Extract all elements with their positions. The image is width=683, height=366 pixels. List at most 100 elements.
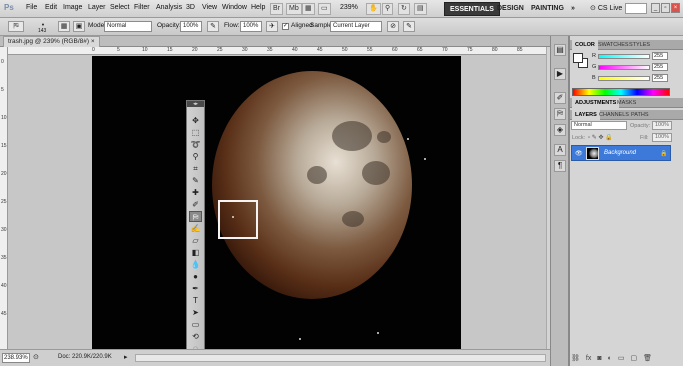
extras-icon[interactable]: ▦: [302, 3, 315, 15]
menu-file[interactable]: File: [26, 4, 37, 11]
path-select-tool-icon[interactable]: ➤: [189, 307, 202, 318]
menu-edit[interactable]: Edit: [45, 4, 57, 11]
toggle-brush-panel-icon[interactable]: ▦: [58, 21, 70, 32]
gradient-tool-icon[interactable]: ◧: [189, 247, 202, 258]
menu-help[interactable]: Help: [251, 4, 265, 11]
layer-style-icon[interactable]: fx: [586, 355, 591, 362]
document-info[interactable]: Doc: 220.9K/220.9K: [58, 354, 112, 360]
toggle-clone-source-icon[interactable]: ▣: [73, 21, 85, 32]
brush-panel-icon[interactable]: ✐: [554, 92, 566, 104]
bridge-icon[interactable]: Br: [270, 3, 283, 15]
crop-tool-icon[interactable]: ⌗: [189, 163, 202, 174]
link-layers-icon[interactable]: ⛓: [571, 355, 580, 362]
ruler-top[interactable]: 0 5 10 15 20 25 30 35 40 45 50 55 60 65 …: [8, 47, 546, 55]
restore-icon[interactable]: ▫: [661, 3, 670, 13]
close-icon[interactable]: ×: [671, 3, 680, 13]
clone-stamp-preset-icon[interactable]: ⛿: [8, 21, 24, 32]
layer-name[interactable]: Background: [604, 150, 636, 156]
history-brush-tool-icon[interactable]: ✍: [189, 223, 202, 234]
tab-styles[interactable]: STYLES: [626, 40, 653, 50]
lasso-tool-icon[interactable]: ➰: [189, 139, 202, 150]
eraser-tool-icon[interactable]: ▱: [189, 235, 202, 246]
blend-mode-select[interactable]: Normal: [571, 121, 627, 130]
zoom-tool-icon[interactable]: ⚲: [382, 3, 394, 15]
type-tool-icon[interactable]: T: [189, 295, 202, 306]
rotate-view-icon[interactable]: ↻: [398, 3, 410, 15]
horizontal-scrollbar[interactable]: [135, 354, 546, 362]
menu-window[interactable]: Window: [222, 4, 247, 11]
workspace-more-button[interactable]: »: [566, 2, 580, 16]
color-g-value[interactable]: 255: [652, 63, 668, 71]
tab-adjustments[interactable]: ADJUSTMENTS: [572, 98, 620, 108]
blur-tool-icon[interactable]: 💧: [189, 259, 202, 270]
layer-opacity-field[interactable]: 100%: [652, 121, 672, 130]
ruler-left[interactable]: 0 5 10 15 20 25 30 35 40 45: [0, 47, 8, 349]
arrange-docs-icon[interactable]: ▤: [414, 3, 427, 15]
aligned-checkbox[interactable]: ✓: [282, 23, 289, 30]
menu-image[interactable]: Image: [63, 4, 82, 11]
eyedropper-tool-icon[interactable]: ✎: [189, 175, 202, 186]
adjustment-layer-icon[interactable]: ◐: [608, 355, 612, 362]
color-spectrum-bar[interactable]: [572, 88, 670, 96]
character-panel-icon[interactable]: A: [554, 144, 566, 156]
workspace-design[interactable]: DESIGN: [492, 2, 529, 16]
move-tool-icon[interactable]: ✥: [189, 115, 202, 126]
flow-field[interactable]: 100%: [240, 21, 262, 32]
quick-select-tool-icon[interactable]: ⚲: [189, 151, 202, 162]
menu-view[interactable]: View: [202, 4, 217, 11]
marquee-tool-icon[interactable]: ⬚: [189, 127, 202, 138]
clone-stamp-tool-icon[interactable]: ⛿: [189, 211, 202, 222]
status-menu-arrow-icon[interactable]: ▸: [124, 353, 128, 361]
menu-filter[interactable]: Filter: [134, 4, 150, 11]
zoom-level-display[interactable]: 239%: [340, 4, 358, 11]
mode-select[interactable]: Normal: [104, 21, 152, 32]
menu-analysis[interactable]: Analysis: [156, 4, 182, 11]
moon-image[interactable]: [92, 56, 461, 349]
zoom-field[interactable]: 238.93%: [2, 353, 30, 363]
3d-rotate-tool-icon[interactable]: ⟲: [189, 331, 202, 342]
visibility-eye-icon[interactable]: 👁: [575, 150, 583, 157]
new-layer-icon[interactable]: ▢: [630, 355, 637, 362]
layer-row-background[interactable]: 👁 Background 🔒: [571, 145, 671, 161]
lock-options-icons[interactable]: ▫ ✎ ✥ 🔒: [588, 134, 613, 141]
color-r-value[interactable]: 255: [652, 52, 668, 60]
screen-mode-icon[interactable]: ▭: [318, 3, 331, 15]
brush-tool-icon[interactable]: ✐: [189, 199, 202, 210]
tab-masks[interactable]: MASKS: [614, 98, 639, 108]
status-info-icon[interactable]: ⊙: [33, 353, 39, 361]
fill-field[interactable]: 100%: [652, 133, 672, 142]
healing-brush-tool-icon[interactable]: ✚: [189, 187, 202, 198]
add-mask-icon[interactable]: ◙: [597, 355, 601, 362]
paragraph-panel-icon[interactable]: ¶: [554, 160, 566, 172]
color-r-slider[interactable]: [598, 54, 650, 59]
group-icon[interactable]: ▭: [618, 355, 625, 362]
delete-layer-icon[interactable]: 🗑: [643, 355, 652, 362]
tablet-size-icon[interactable]: ✎: [403, 21, 415, 32]
clone-source-panel-icon[interactable]: ⛿: [554, 108, 566, 120]
tablet-opacity-icon[interactable]: ✎: [207, 21, 219, 32]
tools-panel-header[interactable]: ◂▸: [187, 101, 204, 107]
search-input[interactable]: [625, 3, 647, 14]
shape-tool-icon[interactable]: ▭: [189, 319, 202, 330]
sample-select[interactable]: Current Layer: [330, 21, 382, 32]
menu-3d[interactable]: 3D: [186, 4, 195, 11]
foreground-color-swatch[interactable]: [573, 53, 583, 63]
tab-color[interactable]: COLOR: [572, 40, 598, 50]
actions-panel-icon[interactable]: ▶: [554, 68, 566, 80]
workspace-painting[interactable]: PAINTING: [526, 2, 569, 16]
color-g-slider[interactable]: [598, 65, 650, 70]
dodge-tool-icon[interactable]: ●: [189, 271, 202, 282]
menu-layer[interactable]: Layer: [88, 4, 106, 11]
color-b-value[interactable]: 255: [652, 74, 668, 82]
history-panel-icon[interactable]: ▤: [554, 44, 566, 56]
hand-icon[interactable]: ✋: [366, 3, 381, 15]
document-tab[interactable]: trash.jpg @ 239% (RGB/8#) ×: [3, 36, 100, 47]
tab-channels[interactable]: CHANNELS: [596, 110, 632, 120]
pen-tool-icon[interactable]: ✒: [189, 283, 202, 294]
ignore-adjustment-icon[interactable]: ⊘: [387, 21, 399, 32]
menu-select[interactable]: Select: [110, 4, 129, 11]
airbrush-icon[interactable]: ✈: [266, 21, 278, 32]
3d-panel-icon[interactable]: ◈: [554, 124, 566, 136]
minibridge-icon[interactable]: Mb: [286, 3, 302, 15]
opacity-field[interactable]: 100%: [180, 21, 202, 32]
